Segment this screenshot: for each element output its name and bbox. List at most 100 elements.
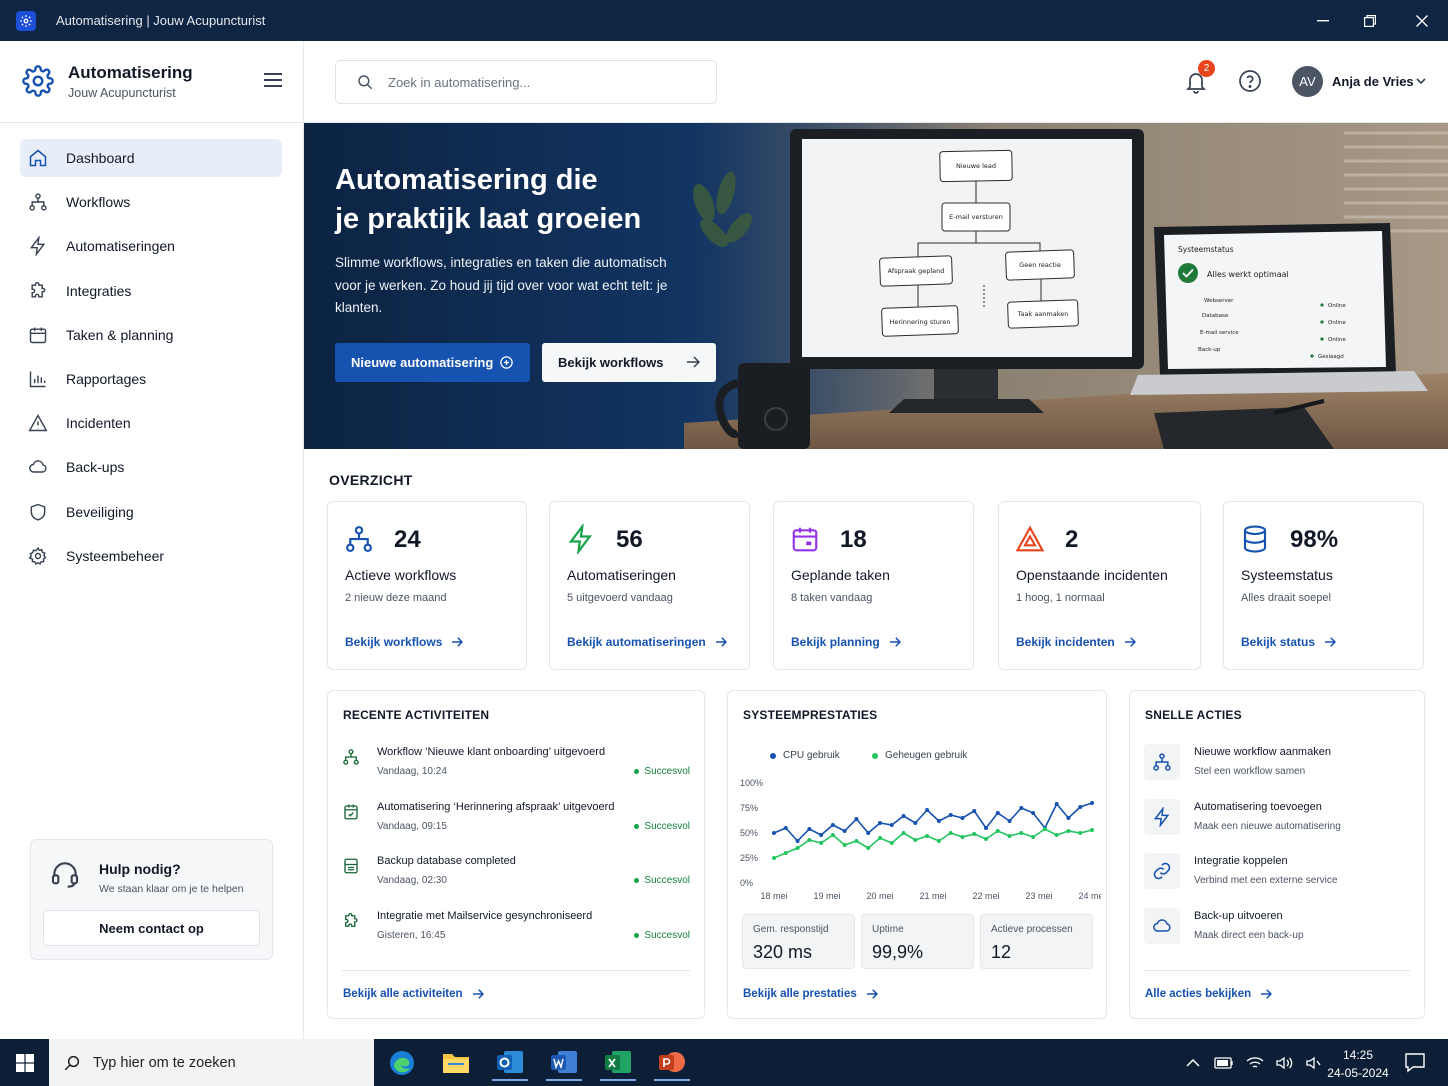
data-point: [1078, 831, 1083, 835]
card-scheduled-tasks[interactable]: 18 Geplande taken 8 taken vandaag Bekijk…: [773, 501, 974, 670]
activity-time: Vandaag, 09:15: [377, 821, 447, 832]
puzzle-icon: [345, 912, 358, 927]
data-point: [1090, 801, 1094, 805]
view-all-performance-link[interactable]: Bekijk alle prestaties: [743, 988, 878, 1000]
card-link[interactable]: Bekijk workflows: [345, 635, 464, 649]
legend-memory: Geheugen gebruik: [872, 750, 967, 761]
card-subtext: Alles draait soepel: [1241, 592, 1331, 604]
contact-button[interactable]: Neem contact op: [43, 910, 260, 946]
search-icon: [64, 1055, 80, 1070]
laptop-row-label: Back-up: [1198, 347, 1221, 353]
close-button[interactable]: [1397, 0, 1447, 41]
new-automation-button[interactable]: Nieuwe automatisering: [335, 343, 530, 382]
sidebar-item-workflows[interactable]: Workflows: [20, 183, 282, 221]
card-link[interactable]: Bekijk incidenten: [1016, 635, 1136, 649]
data-point: [807, 838, 812, 842]
edge-app-icon[interactable]: [384, 1045, 420, 1081]
card-active-workflows[interactable]: 24 Actieve workflows 2 nieuw deze maand …: [327, 501, 527, 670]
card-subtext: 1 hoog, 1 normaal: [1016, 592, 1105, 604]
sidebar-item-automatiseringen[interactable]: Automatiseringen: [20, 227, 282, 265]
arrow-right-icon: [1261, 989, 1273, 999]
quick-action-add-automation[interactable]: Automatisering toevoegen Maak een nieuwe…: [1144, 799, 1414, 844]
sidebar-item-label: Integraties: [66, 282, 132, 299]
taskbar-search-input[interactable]: [93, 1054, 353, 1071]
restore-button[interactable]: [1345, 0, 1395, 41]
sidebar-item-systeembeheer[interactable]: Systeembeheer: [20, 537, 282, 575]
arrow-right-icon: [1124, 637, 1136, 647]
card-link[interactable]: Bekijk automatiseringen: [567, 635, 727, 649]
windows-start-button[interactable]: [0, 1039, 49, 1086]
y-tick-label: 50%: [740, 828, 758, 838]
calendar-icon: [792, 527, 818, 552]
activity-item[interactable]: Workflow ‘Nieuwe klant onboarding’ uitge…: [342, 746, 692, 786]
card-automations[interactable]: 56 Automatiseringen 5 uitgevoerd vandaag…: [549, 501, 750, 670]
data-point: [795, 846, 800, 850]
chevron-down-icon[interactable]: [1416, 77, 1426, 85]
home-icon: [28, 148, 48, 168]
data-point: [783, 826, 788, 830]
hero-text: Slimme workflows, integraties en taken d…: [335, 255, 668, 315]
taskbar-search[interactable]: [49, 1039, 374, 1086]
activity-item[interactable]: Integratie met Mailservice gesynchronise…: [342, 910, 692, 950]
card-open-incidents[interactable]: 2 Openstaande incidenten 1 hoog, 1 norma…: [998, 501, 1201, 670]
quick-action-new-workflow[interactable]: Nieuwe workflow aanmaken Stel een workfl…: [1144, 744, 1414, 789]
quick-actions-panel: SNELLE ACTIES Nieuwe workflow aanmaken S…: [1129, 690, 1425, 1019]
quick-action-run-backup[interactable]: Back-up uitvoeren Maak direct een back-u…: [1144, 908, 1414, 953]
sidebar-item-beveiliging[interactable]: Beveiliging: [20, 493, 282, 531]
activity-time: Vandaag, 10:24: [377, 766, 447, 777]
menu-toggle-icon[interactable]: [262, 71, 284, 89]
taskbar-clock[interactable]: 14:25 24-05-2024: [1318, 1046, 1398, 1082]
puzzle-icon: [28, 281, 48, 301]
laptop-status-title: Systeemstatus: [1178, 245, 1234, 254]
shield-icon: [28, 502, 48, 522]
battery-icon[interactable]: [1214, 1056, 1234, 1069]
wifi-icon[interactable]: [1246, 1056, 1264, 1070]
card-link[interactable]: Bekijk planning: [791, 635, 901, 649]
chevron-up-icon[interactable]: [1186, 1058, 1200, 1068]
data-point: [866, 846, 871, 850]
laptop-row-label: Webserver: [1204, 298, 1234, 304]
sidebar-item-rapportages[interactable]: Rapportages: [20, 360, 282, 398]
quick-action-connect-integration[interactable]: Integratie koppelen Verbind met een exte…: [1144, 853, 1414, 898]
hero-title: Automatisering die je praktijk laat groei…: [335, 164, 642, 235]
card-subtext: 8 taken vandaag: [791, 592, 873, 604]
outlook-app-icon[interactable]: [492, 1045, 528, 1081]
data-point: [854, 817, 859, 821]
arrow-right-icon: [866, 989, 878, 999]
view-all-activities-link[interactable]: Bekijk alle activiteiten: [343, 988, 484, 1000]
sidebar-item-incidenten[interactable]: Incidenten: [20, 404, 282, 442]
excel-app-icon[interactable]: [600, 1045, 636, 1081]
arrow-right-icon: [452, 637, 464, 647]
sidebar-nav: Dashboard Workflows Automatiseringen Int…: [20, 139, 282, 581]
sidebar-item-dashboard[interactable]: Dashboard: [20, 139, 282, 177]
activity-item[interactable]: Automatisering ‘Herinnering afspraak’ ui…: [342, 801, 692, 841]
volume-icon[interactable]: [1276, 1056, 1294, 1070]
workflow-icon: [28, 192, 48, 212]
status-badge: Succesvol: [634, 766, 690, 777]
user-name[interactable]: Anja de Vries: [1332, 74, 1414, 89]
file-explorer-app-icon[interactable]: [438, 1045, 474, 1081]
sidebar-item-taken-planning[interactable]: Taken & planning: [20, 316, 282, 354]
data-point: [878, 836, 882, 840]
view-workflows-button[interactable]: Bekijk workflows: [542, 343, 716, 382]
search-box[interactable]: [335, 60, 717, 104]
avatar[interactable]: AV: [1292, 66, 1323, 97]
card-link[interactable]: Bekijk status: [1241, 635, 1337, 649]
sidebar-item-integraties[interactable]: Integraties: [20, 272, 282, 310]
help-icon[interactable]: [1238, 69, 1262, 93]
search-input[interactable]: [388, 74, 688, 90]
minimize-button[interactable]: [1298, 0, 1348, 41]
flow-node-label: Taak aanmaken: [1017, 310, 1069, 318]
cloud-icon: [28, 457, 48, 477]
card-system-status[interactable]: 98% Systeemstatus Alles draait soepel Be…: [1223, 501, 1424, 670]
laptop-row-value: Geslaagd: [1318, 354, 1344, 360]
notification-center-icon[interactable]: [1404, 1051, 1426, 1073]
view-all-actions-link[interactable]: Alle acties bekijken: [1145, 988, 1273, 1000]
activity-item[interactable]: Backup database completed Vandaag, 02:30…: [342, 855, 692, 895]
app-gear-icon: [16, 10, 36, 31]
sidebar-item-backups[interactable]: Back-ups: [20, 448, 282, 486]
powerpoint-app-icon[interactable]: [654, 1045, 690, 1081]
word-app-icon[interactable]: [546, 1045, 582, 1081]
data-point: [925, 808, 930, 812]
title-bar: Automatisering | Jouw Acupuncturist: [0, 0, 1448, 41]
